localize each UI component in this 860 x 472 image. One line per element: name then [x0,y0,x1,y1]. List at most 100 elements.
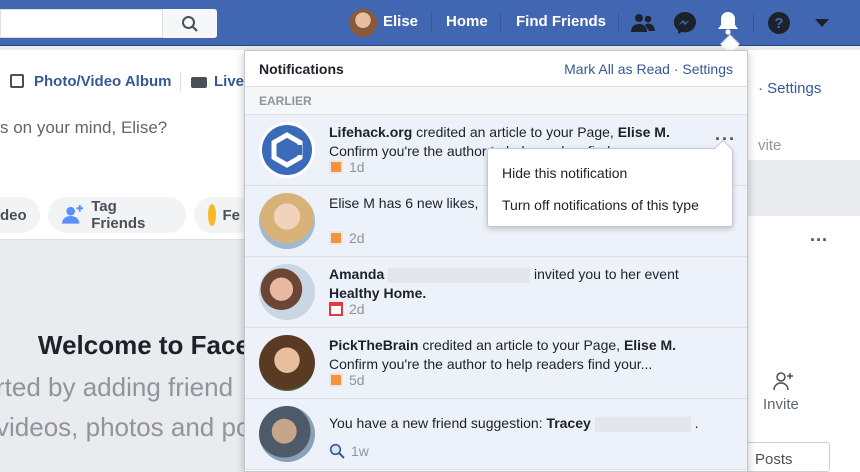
flag-icon [329,373,343,387]
event-name: Healthy Home. [329,285,427,301]
settings-link[interactable]: · Settings [758,80,821,97]
video-pill[interactable]: deo [0,197,40,233]
notification-time: 5d [349,372,365,388]
redacted-name [594,416,691,432]
welcome-text-line: videos, photos and po [0,412,251,442]
right-card: · Settings vite [748,50,860,160]
album-icon [10,74,24,88]
page-name: Elise M. [623,337,677,353]
hide-notification-option[interactable]: Hide this notification [488,157,732,189]
right-card: ··· Invite Posts [744,216,860,472]
actor-name: Lifehack.org [329,124,413,140]
calendar-icon [329,302,343,316]
home-link[interactable]: Home [446,13,488,30]
suggested-friend-name: Tracey [546,415,591,431]
add-person-icon [773,372,793,391]
invite-button[interactable]: Invite [763,396,799,413]
tag-friends-icon [62,205,84,224]
posts-button[interactable]: Posts [744,442,830,472]
divider [180,72,181,92]
tag-friends-label: Tag Friends [91,198,146,232]
dropdown-header: Notifications Mark All as Read · Setting… [245,51,747,87]
live-button[interactable]: Live [214,73,244,90]
composer-options: Photo/Video Album Live [0,64,244,100]
more-icon[interactable]: ··· [810,230,828,251]
notifications-dropdown: Notifications Mark All as Read · Setting… [244,50,748,472]
notification-meta: 5d [329,372,365,388]
notifications-button[interactable] [715,10,741,36]
divider [618,13,619,33]
smiley-icon [208,204,217,226]
divider [500,13,501,33]
invite-link[interactable]: vite [758,137,781,154]
notification-meta: 2d [329,301,365,317]
avatar [259,193,315,249]
welcome-heading: Welcome to Face [38,330,250,360]
friend-requests-button[interactable] [630,10,656,36]
avatar [259,406,315,462]
avatar [259,335,315,391]
dropdown-actions: Mark All as Read · Settings [564,60,733,77]
actor-name: PickTheBrain [329,337,419,353]
notification-body: credited an article to your Page, [418,337,624,353]
help-icon: ? [768,12,790,34]
profile-avatar[interactable] [349,9,377,37]
messenger-button[interactable] [672,10,698,36]
section-header: EARLIER [245,87,747,115]
dropdown-title: Notifications [259,60,344,77]
messenger-icon [674,12,696,34]
search-icon [182,15,198,32]
svg-text:?: ? [774,15,783,32]
notification-item[interactable]: PickTheBrain credited an article to your… [245,328,747,399]
profile-link[interactable]: Elise [383,13,418,30]
actor-name: Elise M [329,195,375,211]
posts-label: Posts [755,451,793,468]
caret-down-icon [815,19,829,27]
divider [431,13,432,33]
notification-time: 1w [351,443,369,459]
flag-icon [329,231,343,245]
flag-icon [329,160,343,174]
account-menu-button[interactable] [809,10,835,36]
notification-time: 2d [349,301,365,317]
find-friends-link[interactable]: Find Friends [516,13,606,30]
notification-meta: 2d [329,230,365,246]
notification-meta: 1w [329,443,369,459]
notification-text: Amanda invited you to her event Healthy … [329,265,709,303]
notification-body: invited you to her event [530,266,679,282]
friends-icon [631,14,655,32]
notification-settings-link[interactable]: Settings [682,61,733,77]
magnifier-person-icon [329,443,345,459]
avatar [259,264,315,320]
divider [753,13,754,33]
notification-text: You have a new friend suggestion: Tracey… [329,414,709,433]
turn-off-notifications-option[interactable]: Turn off notifications of this type [488,189,732,221]
page-name: Elise M. [617,124,670,140]
notification-tail: . [690,415,699,431]
redacted-name [388,267,531,283]
notification-text: PickTheBrain credited an article to your… [329,336,709,374]
notification-body: has 6 new likes, [374,195,479,211]
notification-time: 2d [349,230,365,246]
lifehack-icon [262,125,312,175]
notification-line2: Confirm you're the author to help reader… [329,356,653,372]
composer-input[interactable]: s on your mind, Elise? [0,118,167,138]
photo-video-album-button[interactable]: Photo/Video Album [34,73,172,90]
live-video-icon [191,77,207,88]
feeling-label: Fe [222,206,240,224]
notification-body: credited an article to your Page, [412,124,618,140]
bell-icon [718,12,738,35]
video-pill-label: deo [0,206,27,224]
notification-item[interactable]: You have a new friend suggestion: Tracey… [245,399,747,470]
notification-item[interactable]: Amanda invited you to her event Healthy … [245,257,747,328]
actor-name: Amanda [329,266,385,282]
search-button[interactable] [162,9,217,38]
notification-time: 1d [349,159,365,175]
notification-context-menu: Hide this notification Turn off notifica… [487,139,733,227]
help-button[interactable]: ? [766,10,792,36]
welcome-text-line: rted by adding friend [0,372,234,402]
notification-body: You have a new friend suggestion: [329,415,547,431]
notification-meta: 1d [329,159,365,175]
mark-all-read-link[interactable]: Mark All as Read [564,61,670,77]
tag-friends-button[interactable]: Tag Friends [48,197,186,233]
